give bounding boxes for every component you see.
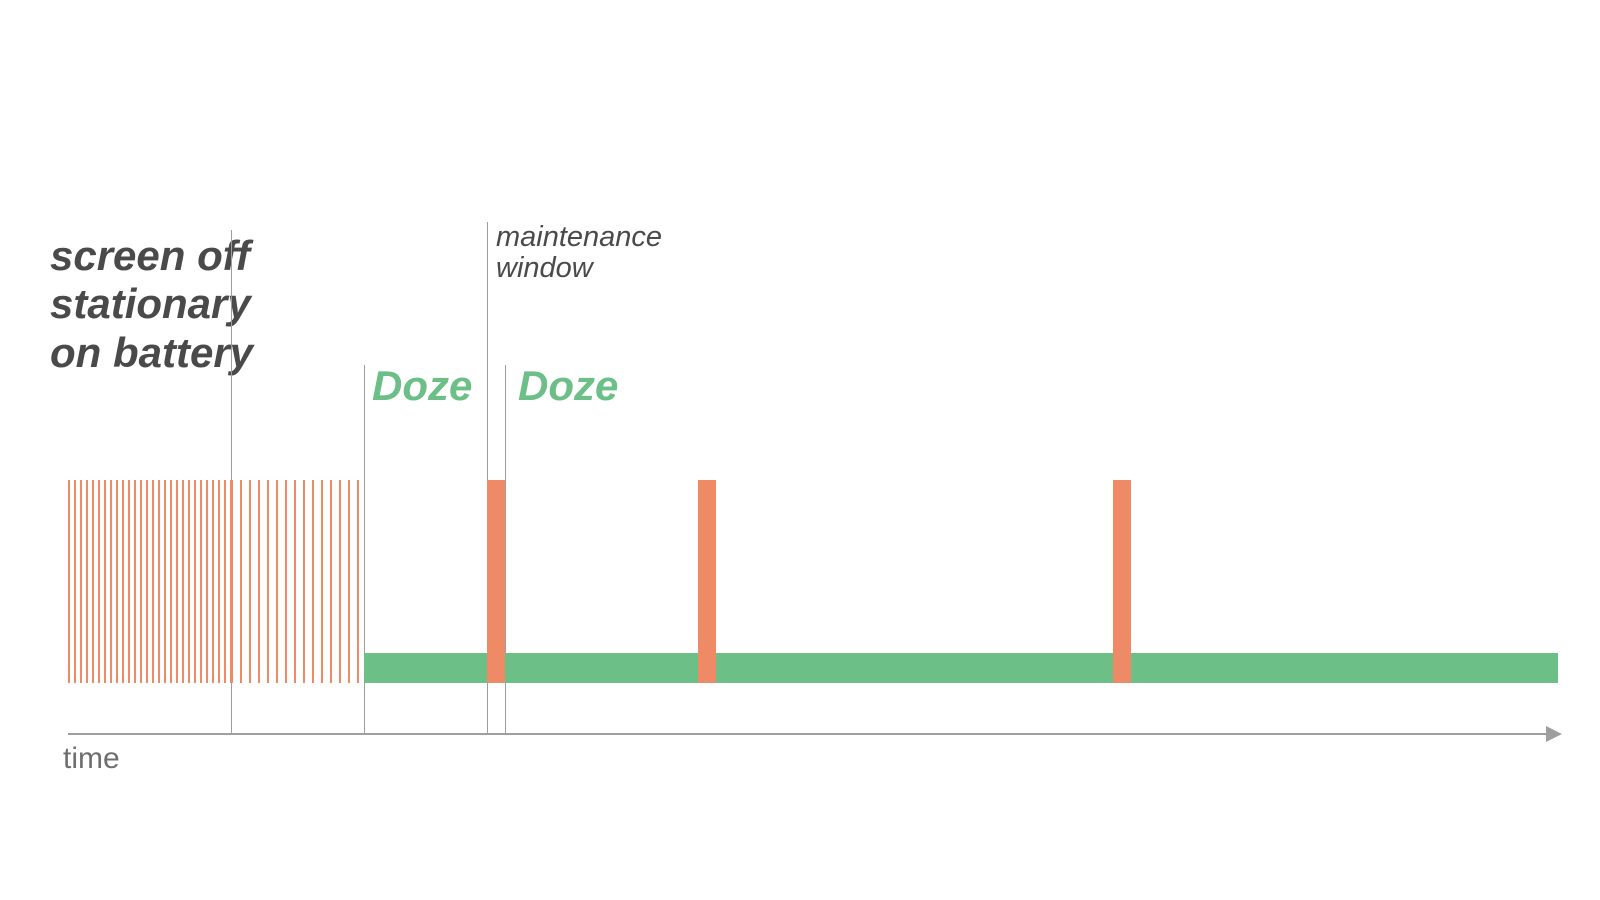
time-axis-label: time <box>63 742 120 776</box>
doze-bar-3 <box>716 653 1113 683</box>
maintenance-line1: maintenance <box>496 221 662 253</box>
activity-dense <box>68 480 231 683</box>
time-axis-arrow-icon <box>1546 726 1562 742</box>
maintenance-bar-2 <box>698 480 716 683</box>
doze-bar-1 <box>364 653 487 683</box>
maintenance-bar-3 <box>1113 480 1131 683</box>
maintenance-window-label: maintenance window <box>496 222 662 285</box>
precondition-line2: stationary <box>50 280 251 327</box>
doze-bar-2 <box>505 653 698 683</box>
maintenance-line2: window <box>496 252 593 284</box>
doze-label-2: Doze <box>518 362 618 410</box>
maintenance-bar-1 <box>487 480 505 683</box>
doze-bar-4 <box>1131 653 1558 683</box>
activity-sparse <box>231 480 364 683</box>
precondition-line3: on battery <box>50 329 253 376</box>
doze-label-1: Doze <box>372 362 472 410</box>
time-axis <box>68 733 1548 735</box>
precondition-line1: screen off <box>50 232 250 279</box>
precondition-label: screen off stationary on battery <box>50 232 253 377</box>
